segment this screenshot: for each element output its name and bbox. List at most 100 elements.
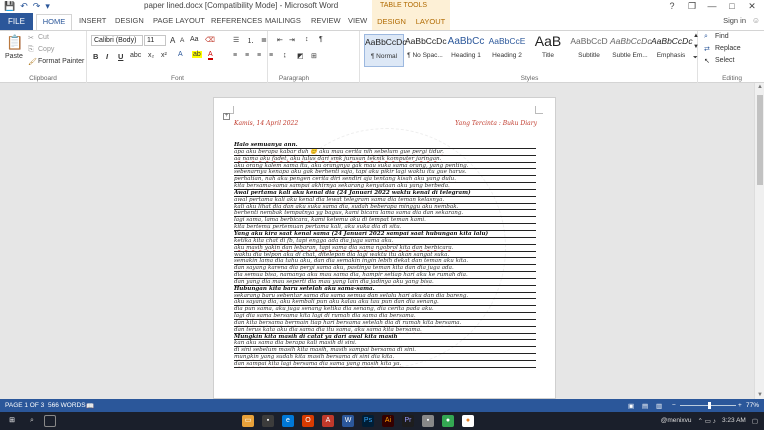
tray-icons[interactable]: ⌃ ▭ ♪ — [698, 417, 716, 425]
text-line[interactable]: aa nama aku fadet, aku lulus dari smk ju… — [234, 156, 536, 163]
tab-mailings[interactable]: MAILINGS — [265, 16, 301, 25]
pdf-icon[interactable]: A — [322, 415, 334, 427]
proofing-icon[interactable]: 📖 — [86, 402, 94, 410]
text-line[interactable]: dan kita bersama bermain tiap hari bersa… — [234, 320, 536, 327]
zoom-out-icon[interactable]: − — [672, 402, 676, 409]
text-line[interactable]: berhenti nembak tempatnya yg bagus, kami… — [234, 210, 536, 218]
text-line[interactable]: apa aku berapa kabar duh 😊 aku mau cerit… — [234, 149, 536, 156]
tab-design[interactable]: DESIGN — [115, 16, 144, 25]
page-count[interactable]: PAGE 1 OF 3 — [5, 402, 44, 409]
redo-icon[interactable]: ↷ — [33, 1, 41, 12]
text-line[interactable]: Awal pertama kali aku kenal dia (24 Janu… — [234, 190, 536, 197]
text-effects-icon[interactable]: A — [178, 51, 183, 58]
style-no-spacing[interactable]: AaBbCcDc ¶ No Spac... — [405, 34, 447, 67]
text-line[interactable]: ketika kita chat di fb, tapi engga ada d… — [234, 238, 536, 245]
save-icon[interactable]: 💾 — [4, 1, 15, 12]
zoom-slider-thumb[interactable] — [708, 402, 711, 409]
text-line[interactable]: dia semua bisa, namanya aku mau sama dia… — [234, 272, 536, 279]
numbering-icon[interactable]: ⒈ — [247, 36, 254, 46]
cut-button[interactable]: Cut — [38, 34, 49, 41]
style-emphasis[interactable]: AaBbCcDc Emphasis — [651, 34, 693, 67]
illustrator-icon[interactable]: Ai — [382, 415, 394, 427]
text-line[interactable]: waktu dia telpon aku di chat, ditelepon … — [234, 252, 536, 259]
text-line[interactable]: Yang aku kira saat kenal sama (24 Januar… — [234, 231, 536, 238]
styles-more-icon[interactable]: ⏷ — [693, 55, 698, 62]
office-icon[interactable]: O — [302, 415, 314, 427]
maximize-button[interactable]: □ — [722, 0, 742, 12]
minimize-button[interactable]: — — [702, 0, 722, 12]
text-line[interactable]: dan sampai kita lagi bersama dia sama ya… — [234, 361, 536, 368]
web-layout-icon[interactable]: ▥ — [656, 402, 662, 410]
text-line[interactable]: sebenarnya kenapa aku gak berhenti saja,… — [234, 169, 536, 177]
style-subtle-emphasis[interactable]: AaBbCcDc Subtle Em... — [610, 34, 652, 67]
justify-icon[interactable]: ≡ — [269, 52, 273, 59]
file-explorer-icon[interactable]: ▭ — [242, 415, 254, 427]
highlight-icon[interactable]: ab — [192, 51, 202, 58]
sort-icon[interactable]: ↕ — [305, 36, 309, 43]
tab-references[interactable]: REFERENCES — [211, 16, 262, 25]
app-icon[interactable]: ▪ — [422, 415, 434, 427]
text-line[interactable]: kali aku lihat dia dan aku suka sama dia… — [234, 204, 536, 211]
tab-review[interactable]: REVIEW — [311, 16, 341, 25]
text-line[interactable]: Halo semuanya ann. — [234, 142, 536, 149]
underline-button[interactable]: U — [118, 52, 123, 61]
style-heading-1[interactable]: AaBbCc Heading 1 — [446, 34, 486, 67]
shrink-font-button[interactable]: A — [180, 37, 184, 44]
align-center-icon[interactable]: ≡ — [245, 52, 249, 59]
text-line[interactable]: dan yang dia mau seperti dia mau yang la… — [234, 279, 536, 286]
text-line[interactable]: mungkin yang sudah kita masih bersama di… — [234, 354, 536, 361]
chrome-icon[interactable]: ● — [442, 415, 454, 427]
style-title[interactable]: AaB Title — [528, 33, 568, 67]
clear-formatting-icon[interactable]: ⌫ — [205, 36, 215, 44]
scroll-up-icon[interactable]: ▲ — [755, 84, 764, 90]
vertical-scrollbar[interactable]: ▲ ▼ — [754, 83, 764, 399]
text-line[interactable]: lagi sama, lama berbicara, kami ketemu a… — [234, 217, 536, 225]
word-icon[interactable]: W — [342, 415, 354, 427]
select-button[interactable]: Select — [715, 57, 734, 64]
font-color-icon[interactable]: A — [208, 51, 213, 60]
text-line[interactable]: Hubungan kita baru setelah aku sama-sama… — [234, 286, 536, 293]
text-line[interactable]: lagi dia sama bersama kita lagi di rumah… — [234, 313, 536, 320]
text-line[interactable]: dia pun sama, aku juga senang ketika dia… — [234, 306, 536, 314]
bold-button[interactable]: B — [93, 52, 98, 61]
feedback-smile-icon[interactable]: ☺ — [752, 16, 760, 25]
increase-indent-icon[interactable]: ⇥ — [289, 36, 295, 44]
read-mode-icon[interactable]: ▣ — [628, 402, 634, 410]
text-line[interactable]: kita bertemu pertemuan pertama kali, aku… — [234, 224, 536, 231]
text-line[interactable]: aku orang kalem sama itu, aku orangnya g… — [234, 163, 536, 170]
multilevel-list-icon[interactable]: ≣ — [261, 36, 267, 44]
text-line[interactable]: semakin lama dia tahu aku, dan dia semak… — [234, 258, 536, 266]
photoshop-icon[interactable]: Ps — [362, 415, 374, 427]
style-normal[interactable]: AaBbCcDc ¶ Normal — [364, 34, 407, 67]
clock[interactable]: 3:23 AM — [722, 417, 746, 425]
windows-start-icon[interactable]: ⊞ — [6, 415, 18, 427]
copy-button[interactable]: Copy — [38, 46, 54, 53]
table-move-handle[interactable]: + — [223, 113, 230, 120]
text-line[interactable]: awal pertama kali aku kenal dia lewat te… — [234, 197, 536, 204]
text-line[interactable]: aku sayang dia, aku kembali pun aku kala… — [234, 299, 536, 307]
app-icon[interactable]: ▪ — [262, 415, 274, 427]
text-line[interactable]: dan terus kata aku dia sama dia itu sama… — [234, 327, 536, 334]
text-line[interactable]: di sini sebelum masih kita masih, masih … — [234, 347, 536, 355]
word-count[interactable]: 566 WORDS — [48, 402, 86, 409]
lined-text-body[interactable]: Halo semuanya ann. apa aku berapa kabar d… — [234, 142, 536, 368]
tab-table-design[interactable]: DESIGN — [372, 13, 411, 30]
replace-button[interactable]: Replace — [715, 45, 741, 52]
tab-table-layout[interactable]: LAYOUT — [411, 13, 450, 30]
change-case-button[interactable]: Aa — [190, 36, 199, 43]
text-line[interactable]: Mungkin kita masih di catat ya dari awal… — [234, 334, 536, 341]
tab-home[interactable]: HOME — [36, 14, 72, 30]
align-right-icon[interactable]: ≡ — [257, 52, 261, 59]
sign-in-link[interactable]: Sign in — [723, 16, 746, 25]
styles-scroll-down-icon[interactable]: ▼ — [693, 44, 699, 50]
style-subtitle[interactable]: AaBbCcD Subtitle — [569, 34, 609, 67]
text-line[interactable]: kita bersama-sama sampai akhirnya sekara… — [234, 183, 536, 190]
app-icon[interactable]: ● — [462, 415, 474, 427]
grow-font-button[interactable]: A — [170, 36, 175, 45]
print-layout-icon[interactable]: ▤ — [642, 402, 648, 410]
tab-view[interactable]: VIEW — [348, 16, 367, 25]
italic-button[interactable]: I — [106, 52, 108, 61]
edge-icon[interactable]: e — [282, 415, 294, 427]
tab-page-layout[interactable]: PAGE LAYOUT — [153, 16, 205, 25]
zoom-level[interactable]: 77% — [746, 402, 759, 409]
